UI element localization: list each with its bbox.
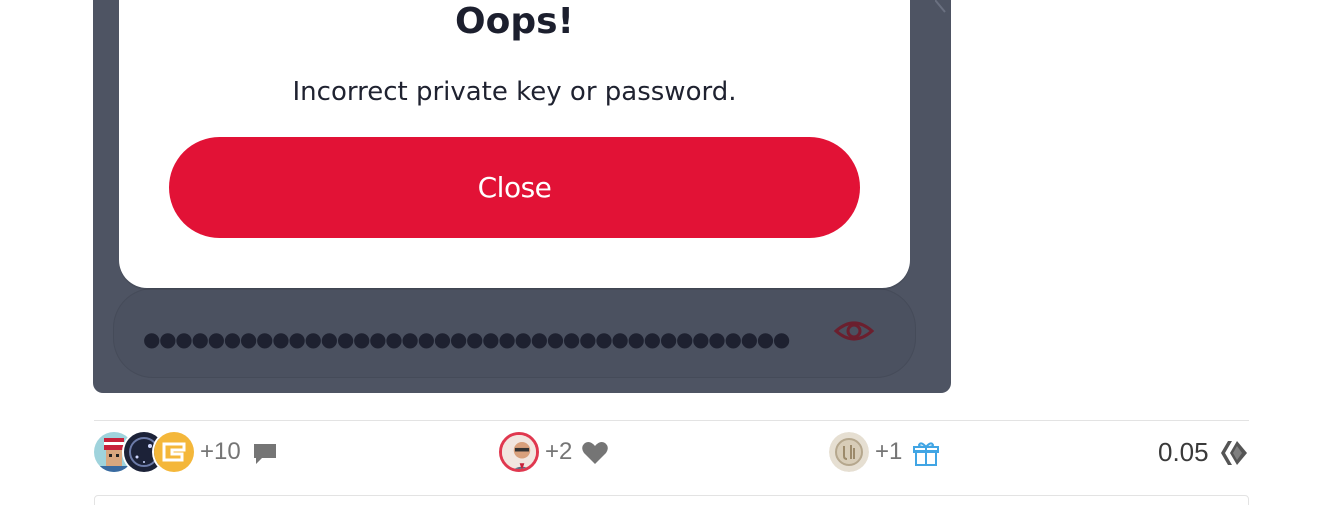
password-masked-value: ●●●●●●●●●●●●●●●●●●●●●●●●●●●●●●●●●●●●●●●●	[143, 327, 790, 351]
next-card	[94, 495, 1249, 505]
gift-icon[interactable]	[913, 441, 939, 467]
scroll-corner-icon	[935, 0, 946, 13]
dialog-title: Oops!	[455, 1, 574, 42]
heart-icon[interactable]	[581, 440, 609, 466]
footer-divider	[94, 420, 1249, 421]
avatar[interactable]	[154, 432, 194, 472]
post-footer: +10 +2 +1 0.05	[94, 431, 1249, 473]
hive-logo-icon	[1221, 441, 1247, 465]
avatar[interactable]	[499, 432, 539, 472]
votes-extra-count[interactable]: +2	[545, 439, 572, 465]
error-dialog: Oops! Incorrect private key or password.…	[119, 0, 910, 288]
avatar[interactable]	[829, 432, 869, 472]
tips-extra-count[interactable]: +1	[875, 439, 902, 465]
comment-icon[interactable]	[252, 442, 278, 466]
eye-icon[interactable]	[833, 313, 875, 349]
close-button[interactable]: Close	[169, 137, 860, 238]
comments-extra-count[interactable]: +10	[200, 439, 241, 465]
payout-amount[interactable]: 0.05	[1158, 438, 1209, 466]
embedded-screenshot: ●●●●●●●●●●●●●●●●●●●●●●●●●●●●●●●●●●●●●●●●…	[93, 0, 951, 393]
dialog-message: Incorrect private key or password.	[292, 77, 737, 107]
